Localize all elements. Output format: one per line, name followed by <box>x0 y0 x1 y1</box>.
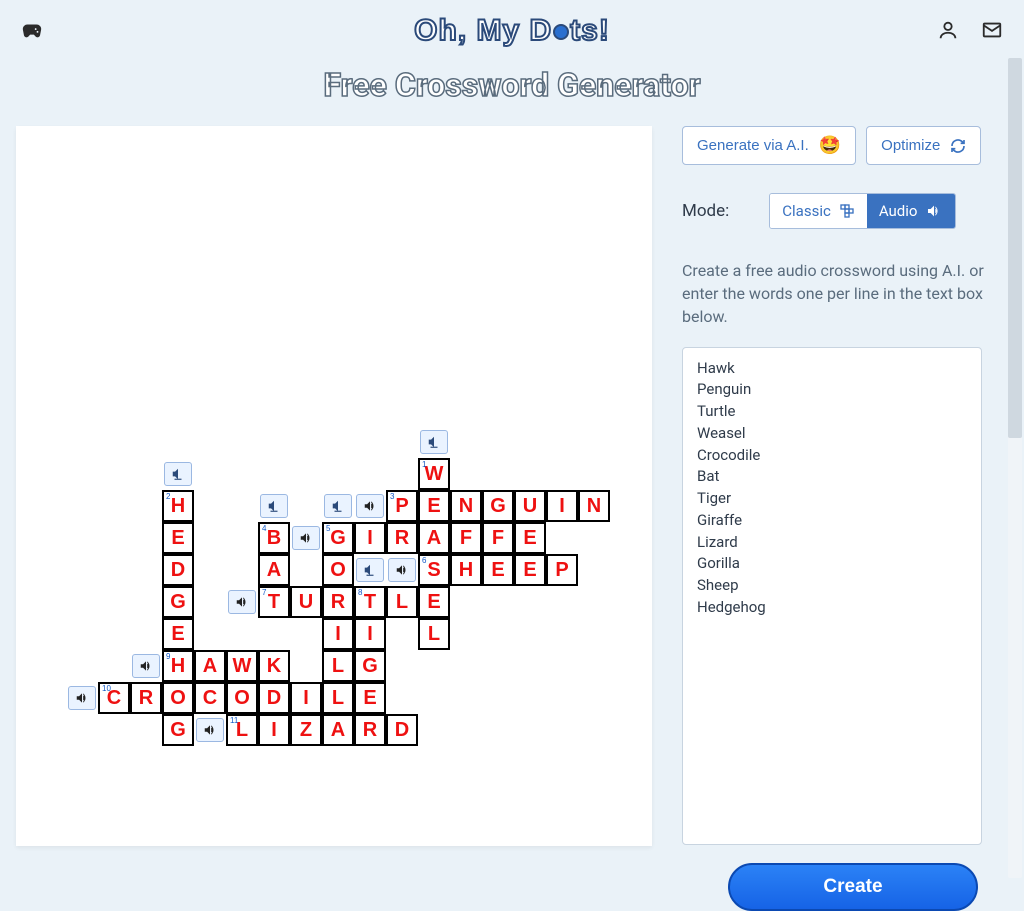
crossword-cell: A <box>194 650 226 682</box>
speaker-icon <box>925 203 943 219</box>
speaker-down-icon[interactable] <box>356 558 384 582</box>
crossword-cell: Z <box>290 714 322 746</box>
crossword-cell: E <box>162 618 194 650</box>
crossword-cell: A <box>258 554 290 586</box>
crossword-cell: G <box>162 586 194 618</box>
speaker-down-icon[interactable] <box>164 462 192 486</box>
speaker-across-icon[interactable] <box>132 654 160 678</box>
speaker-across-icon[interactable] <box>292 526 320 550</box>
crossword-cell: E <box>162 522 194 554</box>
crossword-cell: C <box>194 682 226 714</box>
refresh-icon <box>950 138 966 154</box>
mode-label: Mode: <box>682 201 729 221</box>
crossword-cell: H9 <box>162 650 194 682</box>
crossword-cell: I <box>290 682 322 714</box>
crossword-cell: C10 <box>98 682 130 714</box>
crossword-cell: U <box>514 490 546 522</box>
optimize-button[interactable]: Optimize <box>866 126 981 165</box>
speaker-across-icon[interactable] <box>388 558 416 582</box>
crossword-cell: O <box>226 682 258 714</box>
crossword-cell: F <box>482 522 514 554</box>
crossword-cell: H <box>450 554 482 586</box>
page-scrollbar[interactable] <box>1008 58 1022 878</box>
crossword-cell: R <box>130 682 162 714</box>
crossword-cell: P3 <box>386 490 418 522</box>
crossword-preview: W1H2EP3NGUINEB4G5IRAFFEDAOS6HEEPGT7URT8L… <box>16 126 652 846</box>
crossword-cell: L11 <box>226 714 258 746</box>
create-button[interactable]: Create <box>728 863 978 911</box>
crossword-cell: I <box>546 490 578 522</box>
crossword-cell: D <box>258 682 290 714</box>
mode-toggle: Classic Audio <box>769 193 956 229</box>
crossword-icon <box>839 203 855 219</box>
crossword-cell: W1 <box>418 458 450 490</box>
crossword-cell: R <box>386 522 418 554</box>
crossword-cell: A <box>418 522 450 554</box>
generate-ai-button[interactable]: Generate via A.I. 🤩 <box>682 126 856 165</box>
crossword-cell: L <box>322 650 354 682</box>
gamepad-icon[interactable] <box>20 18 44 42</box>
crossword-cell: L <box>386 586 418 618</box>
crossword-cell: E <box>514 554 546 586</box>
crossword-cell: T8 <box>354 586 386 618</box>
crossword-cell: G <box>354 650 386 682</box>
crossword-cell: L <box>322 682 354 714</box>
crossword-cell: W <box>226 650 258 682</box>
crossword-cell: D <box>386 714 418 746</box>
mail-icon[interactable] <box>980 18 1004 42</box>
scrollbar-thumb[interactable] <box>1008 58 1022 438</box>
crossword-cell: G <box>162 714 194 746</box>
crossword-cell: D <box>162 554 194 586</box>
crossword-cell: T7 <box>258 586 290 618</box>
speaker-down-icon[interactable] <box>420 430 448 454</box>
speaker-across-icon[interactable] <box>68 686 96 710</box>
crossword-cell: U <box>290 586 322 618</box>
crossword-cell: E <box>482 554 514 586</box>
crossword-cell: L <box>418 618 450 650</box>
mode-audio-option[interactable]: Audio <box>867 194 956 228</box>
speaker-down-icon[interactable] <box>324 494 352 518</box>
crossword-cell: G5 <box>322 522 354 554</box>
crossword-cell: S6 <box>418 554 450 586</box>
page-title: Free Crossword Generator <box>0 66 1024 104</box>
speaker-down-icon[interactable] <box>260 494 288 518</box>
heart-eyes-emoji-icon: 🤩 <box>819 135 841 156</box>
crossword-cell: I <box>322 618 354 650</box>
crossword-cell: K <box>258 650 290 682</box>
speaker-across-icon[interactable] <box>228 590 256 614</box>
speaker-across-icon[interactable] <box>196 718 224 742</box>
user-icon[interactable] <box>936 18 960 42</box>
crossword-cell: O <box>162 682 194 714</box>
crossword-cell: R <box>322 586 354 618</box>
crossword-cell: E <box>418 586 450 618</box>
crossword-cell: B4 <box>258 522 290 554</box>
crossword-cell: F <box>450 522 482 554</box>
crossword-cell: A <box>322 714 354 746</box>
words-input[interactable] <box>682 347 982 845</box>
crossword-cell: I <box>354 618 386 650</box>
crossword-cell: O <box>322 554 354 586</box>
crossword-cell: G <box>482 490 514 522</box>
crossword-cell: R <box>354 714 386 746</box>
crossword-cell: E <box>354 682 386 714</box>
crossword-cell: N <box>450 490 482 522</box>
mode-classic-option[interactable]: Classic <box>770 194 867 228</box>
speaker-across-icon[interactable] <box>356 494 384 518</box>
crossword-cell: P <box>546 554 578 586</box>
crossword-cell: E <box>514 522 546 554</box>
crossword-cell: E <box>418 490 450 522</box>
crossword-cell: N <box>578 490 610 522</box>
crossword-cell: H2 <box>162 490 194 522</box>
crossword-cell: I <box>258 714 290 746</box>
instructions-text: Create a free audio crossword using A.I.… <box>682 259 987 329</box>
crossword-cell: I <box>354 522 386 554</box>
